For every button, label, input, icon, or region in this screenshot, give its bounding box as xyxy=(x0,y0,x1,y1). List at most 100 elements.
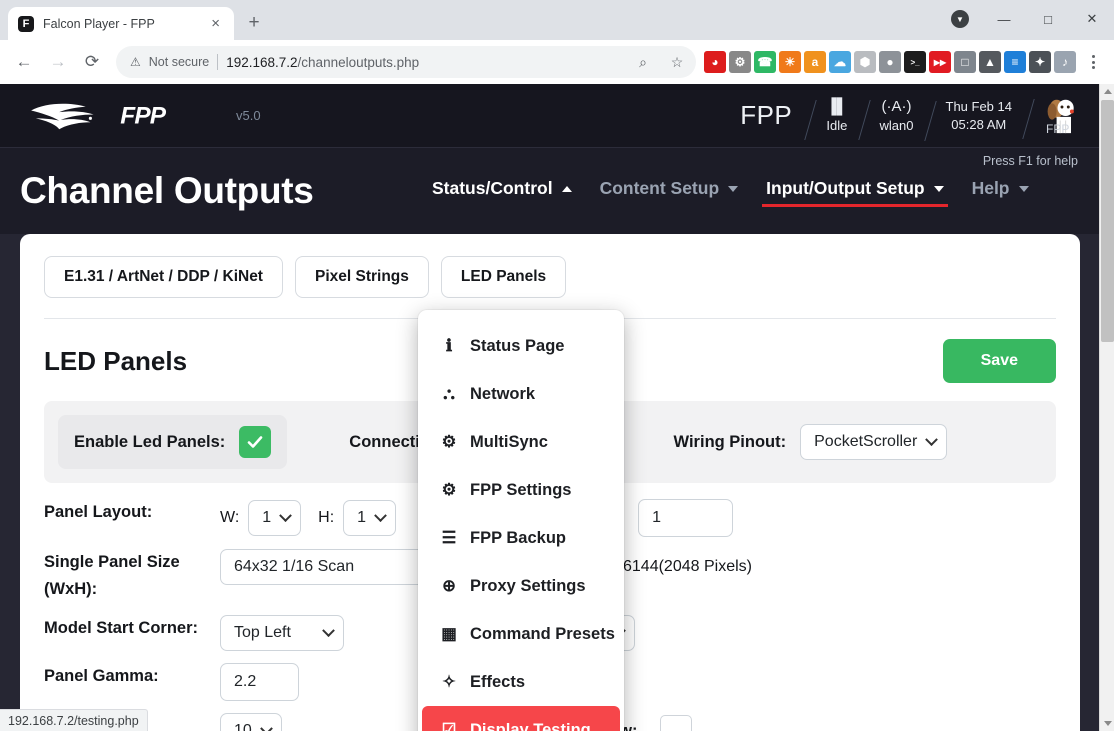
fpp-header: FPP v5.0 FPP ▐▌ Idle (·A·) wlan0 Thu Feb… xyxy=(0,84,1100,148)
fpp-hostname: FPP xyxy=(740,100,793,130)
menu-item-label: Effects xyxy=(470,672,526,691)
wiring-pinout-select[interactable]: PocketScroller xyxy=(800,424,948,460)
save-button[interactable]: Save xyxy=(942,339,1056,383)
video-extension-icon[interactable]: ▶▶ xyxy=(929,51,951,73)
terminal-extension-icon[interactable]: >_ xyxy=(904,51,926,73)
clock-time: 05:28 AM xyxy=(951,117,1007,132)
chevron-down-icon xyxy=(1018,185,1029,192)
nav-item-label: Help xyxy=(971,178,1010,198)
security-status-text: Not secure xyxy=(148,55,210,69)
player-status-indicator[interactable]: ▐▌ Idle xyxy=(810,98,863,133)
clock-date: Thu Feb 14 xyxy=(945,99,1013,114)
edge-extension-icon[interactable]: ≡ xyxy=(1004,51,1026,73)
nav-item-label: Content Setup xyxy=(599,178,720,198)
hex-extension-icon[interactable]: ⬢ xyxy=(854,51,876,73)
info-icon: ℹ xyxy=(445,337,453,355)
scroll-down-arrow-icon[interactable] xyxy=(1100,716,1114,731)
page-scrollbar[interactable] xyxy=(1099,84,1114,731)
maximize-button[interactable]: □ xyxy=(1026,0,1070,38)
amazon-extension-icon[interactable]: a xyxy=(804,51,826,73)
avatar-label: FPP xyxy=(1046,121,1070,136)
menu-item-status-page[interactable]: ℹ Status Page xyxy=(418,322,624,370)
address-bar[interactable]: ⚠ Not secure 192.168.7.2/channeloutputs.… xyxy=(116,46,696,78)
main-nav: Status/Control Content Setup Input/Output … xyxy=(418,178,1043,219)
opera-icon[interactable]: ◕ xyxy=(704,51,726,73)
panel-gamma-input[interactable] xyxy=(220,663,299,701)
menu-item-command-presets[interactable]: ▦ Command Presets xyxy=(418,610,624,658)
menu-item-fpp-backup[interactable]: ☰ FPP Backup xyxy=(418,514,624,562)
forward-button[interactable]: → xyxy=(42,46,74,78)
chevron-down-icon xyxy=(374,508,387,522)
clipboard-check-icon: ☑ xyxy=(441,721,457,731)
magic-wand-icon: ✧ xyxy=(442,673,456,691)
browser-tab[interactable]: F Falcon Player - FPP × xyxy=(8,7,234,40)
menu-item-fpp-settings[interactable]: ⚙ FPP Settings xyxy=(418,466,624,514)
enable-led-panels-checkbox[interactable] xyxy=(239,426,272,458)
output-tab[interactable]: LED Panels xyxy=(440,256,567,298)
nav-item-status-control[interactable]: Status/Control xyxy=(418,178,586,219)
reader-extension-icon[interactable]: □ xyxy=(954,51,976,73)
gear-extension-icon[interactable]: ⚙ xyxy=(729,51,751,73)
panel-width-value: 1 xyxy=(262,509,272,526)
network-indicator[interactable]: (·A·) wlan0 xyxy=(864,98,930,133)
tree-extension-icon[interactable]: ▲ xyxy=(979,51,1001,73)
chevron-down-icon xyxy=(933,185,944,192)
nav-item-content-setup[interactable]: Content Setup xyxy=(586,178,753,219)
music-extension-icon[interactable]: ♪ xyxy=(1054,51,1076,73)
scroll-up-arrow-icon[interactable] xyxy=(1100,84,1114,99)
bug-extension-icon[interactable]: ☀ xyxy=(779,51,801,73)
close-tab-button[interactable]: × xyxy=(207,14,224,33)
single-panel-size-label: Single Panel Size (WxH): xyxy=(44,553,180,598)
nav-item-help[interactable]: Help xyxy=(958,178,1043,219)
cloud-extension-icon[interactable]: ☁ xyxy=(829,51,851,73)
enable-led-panels-group: Enable Led Panels: xyxy=(58,415,288,469)
menu-item-label: Status Page xyxy=(470,336,565,355)
profile-indicator-icon[interactable]: ▼ xyxy=(938,0,982,38)
avatar[interactable]: FPP xyxy=(1028,97,1080,136)
nav-item-input-output-setup[interactable]: Input/Output Setup xyxy=(752,178,957,219)
menu-item-display-testing[interactable]: ☑ Display Testing xyxy=(422,706,620,731)
output-by-row-checkbox[interactable] xyxy=(660,715,693,731)
fpp-nav-area: Press F1 for help Channel Outputs Status… xyxy=(0,148,1100,234)
pause-icon: ▐▌ xyxy=(826,98,848,115)
close-window-button[interactable]: ✕ xyxy=(1070,0,1114,38)
browser-menu-button[interactable] xyxy=(1080,47,1106,77)
section-title: LED Panels xyxy=(44,345,188,376)
bookmark-star-icon[interactable]: ☆ xyxy=(664,49,690,75)
fpp-version: v5.0 xyxy=(236,108,261,123)
network-interface-label: wlan0 xyxy=(879,118,914,133)
brightness-select[interactable]: 10 xyxy=(220,713,282,731)
menu-item-multisync[interactable]: ⚙ MultiSync xyxy=(418,418,624,466)
model-start-corner-value: Top Left xyxy=(234,624,291,641)
puzzle-extension-icon[interactable]: ✦ xyxy=(1029,51,1051,73)
pin-extension-icon[interactable]: ● xyxy=(879,51,901,73)
fpp-brand[interactable]: FPP v5.0 xyxy=(28,99,261,133)
panel-layout-label: Panel Layout: xyxy=(44,503,153,521)
fpp-header-right: FPP ▐▌ Idle (·A·) wlan0 Thu Feb 14 05:28… xyxy=(740,97,1080,136)
globe-icon: ⊕ xyxy=(442,577,456,595)
scrollbar-thumb[interactable] xyxy=(1101,100,1114,342)
enable-led-panels-label: Enable Led Panels: xyxy=(74,432,226,451)
menu-item-effects[interactable]: ✧ Effects xyxy=(418,658,624,706)
panel-height-value: 1 xyxy=(357,509,367,526)
new-tab-button[interactable]: + xyxy=(240,9,268,37)
phone-extension-icon[interactable]: ☎ xyxy=(754,51,776,73)
panel-width-select[interactable]: 1 xyxy=(248,500,302,536)
output-tab[interactable]: Pixel Strings xyxy=(294,256,429,298)
tab-title: Falcon Player - FPP xyxy=(43,16,155,31)
menu-item-label: Proxy Settings xyxy=(470,576,586,595)
menu-item-proxy-settings[interactable]: ⊕ Proxy Settings xyxy=(418,562,624,610)
reload-button[interactable]: ⟳ xyxy=(76,46,108,78)
single-panel-size-select[interactable]: 64x32 1/16 Scan xyxy=(220,549,450,585)
panel-height-select[interactable]: 1 xyxy=(343,500,397,536)
menu-item-label: Command Presets xyxy=(470,624,615,643)
minimize-button[interactable]: — xyxy=(982,0,1026,38)
panel-count-input[interactable] xyxy=(638,499,734,537)
calendar-icon: ▦ xyxy=(441,625,457,643)
menu-item-network[interactable]: ⛬ Network xyxy=(418,370,624,418)
back-button[interactable]: ← xyxy=(8,46,40,78)
model-start-corner-select[interactable]: Top Left xyxy=(220,615,344,651)
output-tab[interactable]: E1.31 / ArtNet / DDP / KiNet xyxy=(44,256,283,298)
check-icon xyxy=(247,436,263,448)
zoom-icon[interactable]: ⌕ xyxy=(630,49,656,75)
